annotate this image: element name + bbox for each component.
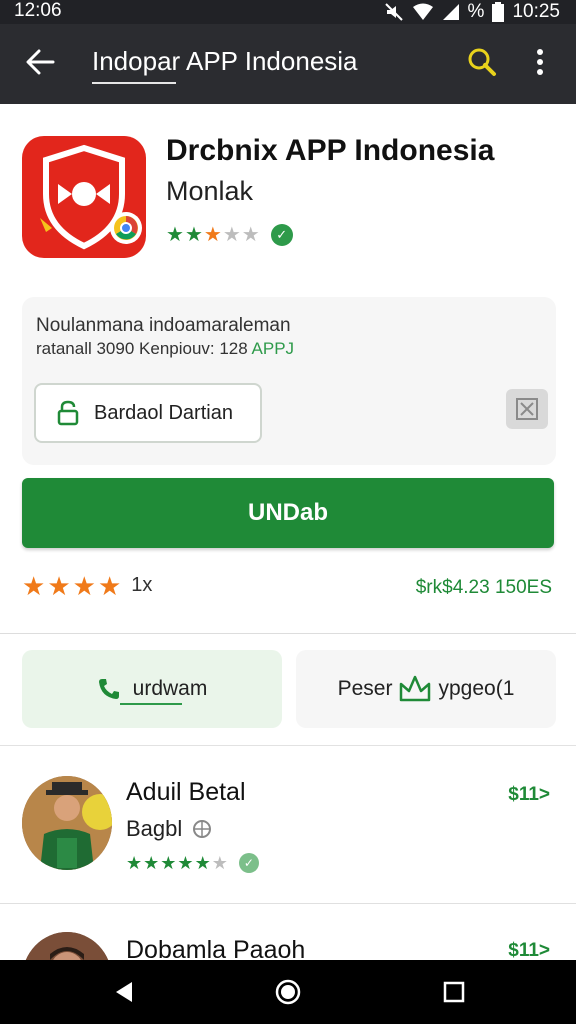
battery-icon: [492, 2, 505, 22]
shield-icon: [40, 144, 142, 250]
upgrade-chip-label-a: Peser: [337, 677, 393, 700]
status-clock: 10:25: [512, 1, 560, 22]
arrow-left-icon: [26, 49, 55, 75]
square-recents-icon: [443, 981, 465, 1003]
battery-percent: %: [467, 1, 485, 22]
install-button[interactable]: UNDab: [22, 478, 554, 548]
avatar: [22, 776, 112, 870]
star-icon: ★: [184, 224, 203, 246]
summary-rating: ★ ★ ★ ★ 1x: [22, 570, 153, 601]
app-detail-card: Drcbnix APP Indonesia Monlak ★ ★ ★ ★ ★ ✓…: [0, 104, 576, 634]
status-icons: % 10:25: [384, 0, 560, 24]
item-name: Aduil Betal: [126, 778, 246, 806]
item-name: Dobamla Paaoh: [126, 936, 306, 960]
search-icon: [468, 48, 496, 76]
triangle-back-icon: [116, 982, 132, 1002]
list-item[interactable]: Aduil Betal Bagbl ★ ★ ★ ★ ★ ★ ✓ $11>: [0, 746, 576, 904]
more-options-button[interactable]: [522, 42, 558, 82]
star-icon: ★: [177, 853, 194, 873]
star-icon: ★: [143, 853, 160, 873]
more-vert-icon: [537, 49, 543, 75]
star-icon: ★: [222, 224, 241, 246]
verified-icon: ✓: [270, 224, 293, 246]
star-icon: ★: [72, 570, 96, 601]
star-icon: ★: [194, 853, 211, 873]
star-icon: ★: [211, 853, 228, 873]
call-chip[interactable]: urdwam: [22, 650, 282, 728]
mute-icon: [384, 3, 403, 21]
status-time: 12:06: [14, 0, 62, 21]
avatar: [22, 932, 112, 960]
list-item[interactable]: Dobamla Paaoh $11>: [0, 904, 576, 960]
nav-recents-button[interactable]: [430, 972, 478, 1012]
info-description: Noulanmana indoamaraleman: [36, 315, 291, 336]
upgrade-chip-label-b: ypgeo(1: [438, 677, 515, 700]
signal-icon: [442, 4, 459, 20]
home-circle-icon: [275, 979, 301, 1005]
info-details-text: ratanall 3090 Kenpiouv: 128: [36, 339, 252, 358]
info-panel: Noulanmana indoamaraleman ratanall 3090 …: [22, 297, 556, 465]
nav-back-button[interactable]: [100, 972, 148, 1012]
app-bar: Indopar APP Indonesia: [0, 24, 576, 104]
star-icon: ★: [97, 570, 122, 601]
item-price[interactable]: $11>: [508, 784, 550, 806]
item-subtitle: Bagbl: [126, 816, 212, 842]
rating-count: 1x: [131, 574, 153, 596]
verified-icon: ✓: [238, 853, 259, 873]
download-option-label: Bardaol Dartian: [94, 401, 233, 424]
navigation-bar: [0, 960, 576, 1024]
star-icon: ★: [126, 853, 143, 873]
info-details: ratanall 3090 Kenpiouv: 128 APPJ: [36, 339, 294, 359]
globe-icon: [193, 820, 212, 838]
star-icon: ★: [203, 224, 222, 246]
star-icon: ★: [47, 570, 71, 601]
item-subtitle-text: Bagbl: [126, 816, 183, 841]
search-input[interactable]: Indopar APP Indonesia: [92, 44, 358, 78]
phone-icon: [98, 679, 119, 699]
status-bar: 12:06 % 10:25: [0, 0, 576, 24]
wifi-icon: [412, 3, 433, 20]
nav-home-button[interactable]: [264, 972, 312, 1012]
app-title: Drcbnix APP Indonesia: [166, 134, 495, 167]
search-button[interactable]: [462, 42, 502, 82]
action-chips: urdwam Peser ypgeo(1: [0, 634, 576, 746]
search-underline: [92, 82, 176, 84]
app-rating: ★ ★ ★ ★ ★ ✓: [166, 224, 293, 246]
call-chip-label: urdwam: [132, 677, 208, 700]
info-details-accent: APPJ: [251, 339, 295, 358]
item-price[interactable]: $11>: [508, 940, 550, 960]
chip-underline: [120, 703, 182, 705]
app-icon[interactable]: [22, 136, 146, 258]
star-icon: ★: [241, 224, 260, 246]
star-icon: ★: [166, 224, 184, 246]
crown-icon: [400, 675, 431, 702]
star-icon: ★: [22, 570, 46, 601]
related-list: Aduil Betal Bagbl ★ ★ ★ ★ ★ ★ ✓ $11> Dob…: [0, 746, 576, 960]
back-button[interactable]: [20, 42, 60, 82]
lock-icon: [57, 400, 79, 426]
star-icon: ★: [160, 853, 177, 873]
dismiss-button[interactable]: [506, 389, 548, 429]
price-size: $rk$4.23 150ES: [415, 577, 552, 598]
download-option-button[interactable]: Bardaol Dartian: [34, 383, 262, 443]
app-developer[interactable]: Monlak: [166, 176, 253, 207]
upgrade-chip[interactable]: Peser ypgeo(1: [296, 650, 556, 728]
item-rating: ★ ★ ★ ★ ★ ★ ✓: [126, 852, 259, 874]
close-box-icon: [516, 398, 538, 420]
